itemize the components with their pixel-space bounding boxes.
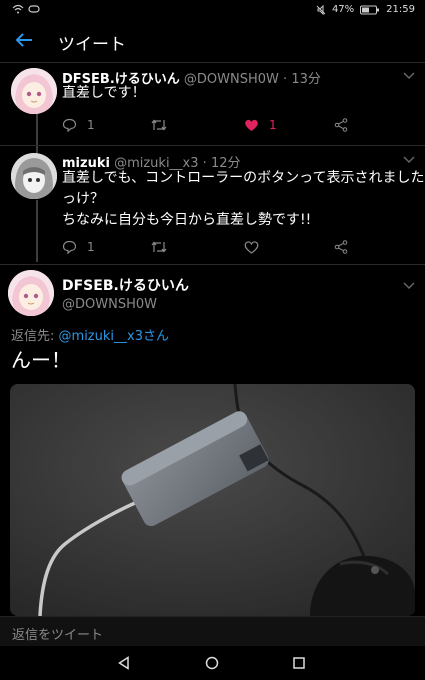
back-triangle-icon[interactable]: [117, 656, 131, 670]
share-button[interactable]: [334, 118, 348, 132]
battery-percent: 47%: [331, 4, 355, 15]
gamepad-icon: [28, 5, 40, 13]
chevron-down-icon[interactable]: [403, 282, 415, 290]
heart-filled-icon: [245, 119, 258, 131]
share-icon: [334, 240, 348, 254]
reply-count: 1: [87, 240, 95, 254]
display-name-text: DFSEB.けるひいん: [62, 278, 189, 294]
timestamp: 13分: [291, 72, 321, 87]
app-bar: ツイート: [0, 22, 425, 62]
chevron-down-icon[interactable]: [403, 156, 415, 164]
tweet-text-line: ちなみに自分も今日から直差し勢です!!: [62, 212, 312, 228]
home-circle-icon[interactable]: [205, 656, 219, 670]
system-nav-bar: [0, 646, 425, 680]
avatar[interactable]: [8, 270, 54, 316]
handle[interactable]: @DOWNSH0W: [62, 297, 157, 312]
retweet-icon: [151, 241, 167, 253]
reply-icon: [62, 118, 77, 132]
reply-to-label: 返信先:: [11, 329, 55, 344]
avatar[interactable]: [11, 153, 57, 199]
tweet-actions: 1 1: [62, 118, 362, 138]
avatar[interactable]: [11, 68, 57, 114]
status-bar: 47% 21:59: [0, 0, 425, 20]
reply-button[interactable]: 1: [62, 118, 95, 132]
tweet[interactable]: DFSEB.けるひいん @DOWNSH0W · 13分 直差しです！ 1 1: [0, 62, 425, 148]
share-icon: [334, 118, 348, 132]
tweet-actions: 1: [62, 240, 362, 260]
recents-square-icon[interactable]: [292, 656, 306, 670]
wifi-icon: [12, 4, 24, 14]
mute-icon: [316, 4, 326, 15]
tweet-text-line: 直差しでも、コントローラーのボタンって表示されました: [62, 170, 425, 186]
reply-icon: [62, 240, 77, 254]
retweet-button[interactable]: [150, 240, 168, 254]
tweet-text: 直差しです！: [62, 85, 146, 101]
back-arrow-icon[interactable]: [12, 28, 36, 52]
reply-count: 1: [87, 118, 95, 132]
retweet-button[interactable]: [150, 118, 168, 132]
tweet-text: 直差しでも、コントローラーのボタンって表示されました っけ？ ちなみに自分も今日…: [62, 168, 424, 231]
like-button[interactable]: 1: [244, 118, 277, 132]
battery-icon: [360, 5, 380, 14]
tweet[interactable]: mizuki @mizuki__x3 · 12分 直差しでも、コントローラーのボ…: [0, 146, 425, 262]
photo-usb-adapter: [10, 384, 415, 616]
handle[interactable]: @DOWNSH0W: [184, 72, 279, 87]
main-tweet: DFSEB.けるひいん @DOWNSH0W 返信先: @mizuki__x3さん…: [0, 264, 425, 616]
tweet-text: んー！: [11, 348, 71, 372]
share-button[interactable]: [334, 240, 348, 254]
tweet-text-line: っけ？: [62, 191, 104, 207]
like-button[interactable]: [244, 240, 259, 254]
heart-icon: [244, 241, 259, 254]
tweet-photo[interactable]: [10, 384, 415, 616]
clock: 21:59: [386, 4, 415, 15]
reply-button[interactable]: 1: [62, 240, 95, 254]
reply-input-placeholder[interactable]: 返信をツイート: [12, 624, 103, 643]
page-title: ツイート: [58, 35, 126, 55]
reply-to: 返信先: @mizuki__x3さん: [11, 325, 169, 344]
reply-composer[interactable]: 返信をツイート: [0, 616, 425, 647]
chevron-down-icon[interactable]: [403, 72, 415, 80]
like-count: 1: [269, 118, 277, 132]
display-name[interactable]: DFSEB.けるひいん: [62, 275, 189, 295]
retweet-icon: [151, 119, 167, 131]
reply-to-handle[interactable]: @mizuki__x3さん: [59, 329, 169, 344]
